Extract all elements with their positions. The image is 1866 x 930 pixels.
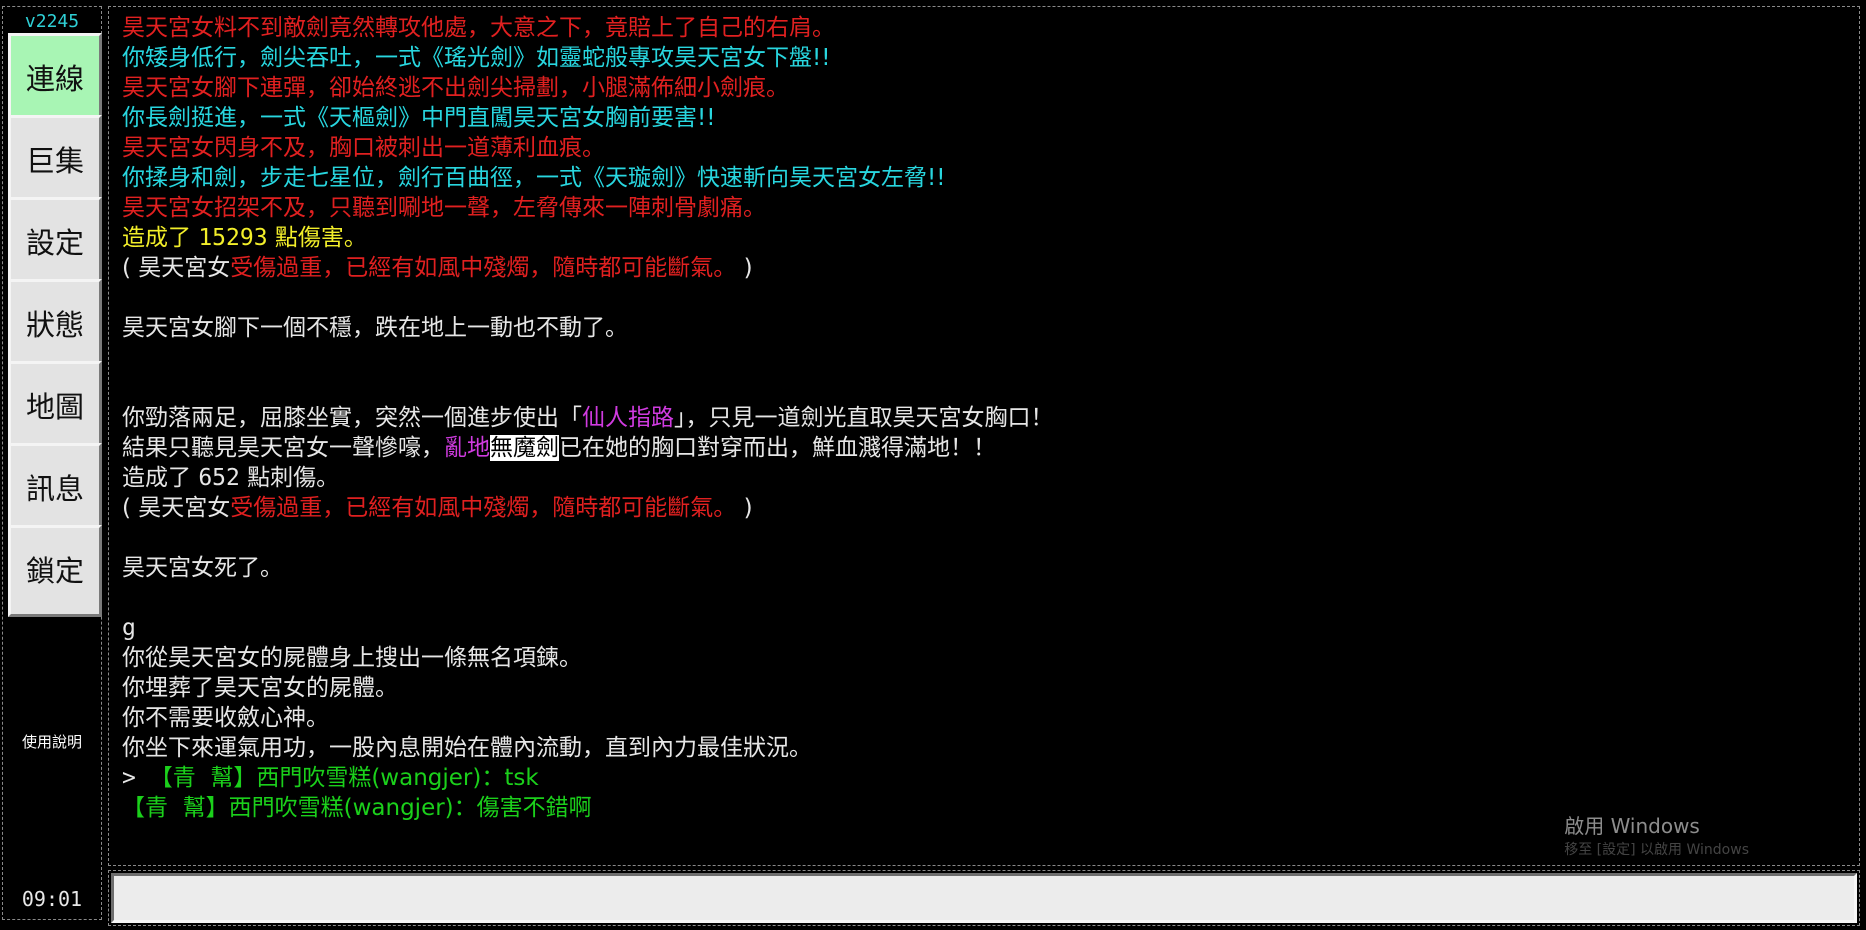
- version-label: v2245: [24, 11, 80, 32]
- log-line: 你矮身低行，劍尖吞吐，一式《瑤光劍》如靈蛇般專攻昊天宮女下盤!!: [122, 43, 1849, 73]
- log-line: 造成了 15293 點傷害。: [122, 223, 1849, 253]
- log-line: 你埋葬了昊天宮女的屍體。: [122, 673, 1849, 703]
- log-segment: 你矮身低行，劍尖吞吐，一式《瑤光劍》如靈蛇般專攻昊天宮女下盤!!: [122, 45, 831, 71]
- log-segment: ( 昊天宮女: [122, 495, 231, 521]
- message-log: 昊天宮女料不到敵劍竟然轉攻他處，大意之下，竟賠上了自己的右肩。 你矮身低行，劍尖吞…: [122, 13, 1849, 823]
- sidebar: v2245 連線 巨集 設定 狀態 地圖 訊息 鎖定 使用說明 09:01: [2, 6, 102, 920]
- log-segment: 點刺傷。: [239, 465, 340, 491]
- messages-button[interactable]: 訊息: [8, 443, 102, 535]
- log-segment: 昊天宮女腳下一個不穩，跌在地上一動也不動了。: [122, 315, 628, 341]
- log-segment: 受傷過重，已經有如風中殘燭，隨時都可能斷氣。: [230, 495, 737, 521]
- log-segment: 652: [198, 465, 240, 491]
- log-segment: 已在她的胸口對穿而出，鮮血濺得滿地！！: [559, 435, 996, 461]
- log-line: 昊天宮女招架不及，只聽到唰地一聲，左脅傳來一陣刺骨劇痛。: [122, 193, 1849, 223]
- log-segment: 你從昊天宮女的屍體身上搜出一條無名項鍊。: [122, 645, 582, 671]
- help-link[interactable]: 使用說明: [3, 731, 101, 752]
- log-segment: 昊天宮女腳下連彈，卻始終逃不出劍尖掃劃，小腿滿佈細小劍痕。: [122, 75, 789, 101]
- log-segment: 你埋葬了昊天宮女的屍體。: [122, 675, 398, 701]
- log-line: 你長劍挺進，一式《天樞劍》中門直闖昊天宮女胸前要害!!: [122, 103, 1849, 133]
- status-button[interactable]: 狀態: [8, 279, 102, 371]
- macro-button[interactable]: 巨集: [8, 115, 102, 207]
- log-line: 昊天宮女死了。: [122, 553, 1849, 583]
- log-line: 結果只聽見昊天宮女一聲慘嚎，亂地無魔劍已在她的胸口對穿而出，鮮血濺得滿地！！: [122, 433, 1849, 463]
- log-line: g: [122, 613, 1849, 643]
- log-segment: 點傷害。: [267, 225, 367, 251]
- log-line: 你揉身和劍，步走七星位，劍行百曲徑，一式《天璇劍》快速斬向昊天宮女左脅!!: [122, 163, 1849, 193]
- command-bar: [108, 870, 1860, 926]
- log-segment: 受傷過重，已經有如風中殘燭，隨時都可能斷氣。: [230, 255, 737, 281]
- log-line: > 【青 幫】西門吹雪糕(wangjer)：tsk: [122, 763, 1849, 793]
- log-segment: 仙人指路: [582, 405, 674, 431]
- log-segment: 昊天宮女閃身不及，胸口被刺出一道薄利血痕。: [122, 135, 605, 161]
- log-segment: ( 昊天宮女: [122, 255, 231, 281]
- settings-button[interactable]: 設定: [8, 197, 102, 289]
- log-segment: 你揉身和劍，步走七星位，劍行百曲徑，一式《天璇劍》快速斬向昊天宮女左脅!!: [122, 165, 946, 191]
- log-line: ( 昊天宮女受傷過重，已經有如風中殘燭，隨時都可能斷氣。 ): [122, 493, 1849, 523]
- log-segment: >: [122, 765, 150, 791]
- connect-button[interactable]: 連線: [8, 33, 102, 125]
- log-line: 昊天宮女料不到敵劍竟然轉攻他處，大意之下，竟賠上了自己的右肩。: [122, 13, 1849, 43]
- log-segment: ): [736, 495, 753, 521]
- log-line: ( 昊天宮女受傷過重，已經有如風中殘燭，隨時都可能斷氣。 ): [122, 253, 1849, 283]
- log-segment: ): [736, 255, 753, 281]
- log-segment: 【青 幫】西門吹雪糕(wangjer)：傷害不錯啊: [122, 795, 592, 821]
- lock-button[interactable]: 鎖定: [8, 525, 102, 617]
- log-line: 你不需要收斂心神。: [122, 703, 1849, 733]
- log-segment: 你勁落兩足，屈膝坐實，突然一個進步使出「: [122, 405, 582, 431]
- map-button[interactable]: 地圖: [8, 361, 102, 453]
- log-segment: 15293: [198, 225, 268, 251]
- log-segment: 你不需要收斂心神。: [122, 705, 329, 731]
- game-output[interactable]: 昊天宮女料不到敵劍竟然轉攻他處，大意之下，竟賠上了自己的右肩。 你矮身低行，劍尖吞…: [108, 6, 1860, 866]
- log-segment: 昊天宮女死了。: [122, 555, 283, 581]
- log-segment: 你長劍挺進，一式《天樞劍》中門直闖昊天宮女胸前要害!!: [122, 105, 716, 131]
- watermark-subtitle: 移至 [設定] 以啟用 Windows: [1564, 842, 1749, 858]
- log-line: 昊天宮女閃身不及，胸口被刺出一道薄利血痕。: [122, 133, 1849, 163]
- log-segment: 造成了: [122, 225, 199, 251]
- windows-activation-watermark: 啟用 Windows 移至 [設定] 以啟用 Windows: [1564, 810, 1749, 859]
- log-segment: 」，只見一道劍光直取昊天宮女胸口！: [674, 405, 1054, 431]
- log-line: 昊天宮女腳下一個不穩，跌在地上一動也不動了。: [122, 313, 1849, 343]
- clock: 09:01: [21, 887, 83, 911]
- log-segment: 造成了: [122, 465, 199, 491]
- log-segment: g: [122, 615, 136, 641]
- log-segment: 【青 幫】西門吹雪糕(wangjer)：tsk: [149, 765, 539, 791]
- log-segment: 昊天宮女料不到敵劍竟然轉攻他處，大意之下，竟賠上了自己的右肩。: [122, 15, 835, 41]
- log-line: 你勁落兩足，屈膝坐實，突然一個進步使出「仙人指路」，只見一道劍光直取昊天宮女胸口…: [122, 403, 1849, 433]
- log-line: 你坐下來運氣用功，一股內息開始在體內流動，直到內力最佳狀況。: [122, 733, 1849, 763]
- log-line: 你從昊天宮女的屍體身上搜出一條無名項鍊。: [122, 643, 1849, 673]
- log-line: 造成了 652 點刺傷。: [122, 463, 1849, 493]
- log-segment: 亂地: [444, 435, 490, 461]
- log-line: 昊天宮女腳下連彈，卻始終逃不出劍尖掃劃，小腿滿佈細小劍痕。: [122, 73, 1849, 103]
- log-segment: 結果只聽見昊天宮女一聲慘嚎，: [122, 435, 444, 461]
- log-segment: 無魔劍: [490, 435, 559, 461]
- log-segment: 昊天宮女招架不及，只聽到唰地一聲，左脅傳來一陣刺骨劇痛。: [122, 195, 766, 221]
- log-segment: 你坐下來運氣用功，一股內息開始在體內流動，直到內力最佳狀況。: [122, 735, 812, 761]
- watermark-title: 啟用 Windows: [1564, 814, 1700, 838]
- command-input[interactable]: [111, 873, 1857, 923]
